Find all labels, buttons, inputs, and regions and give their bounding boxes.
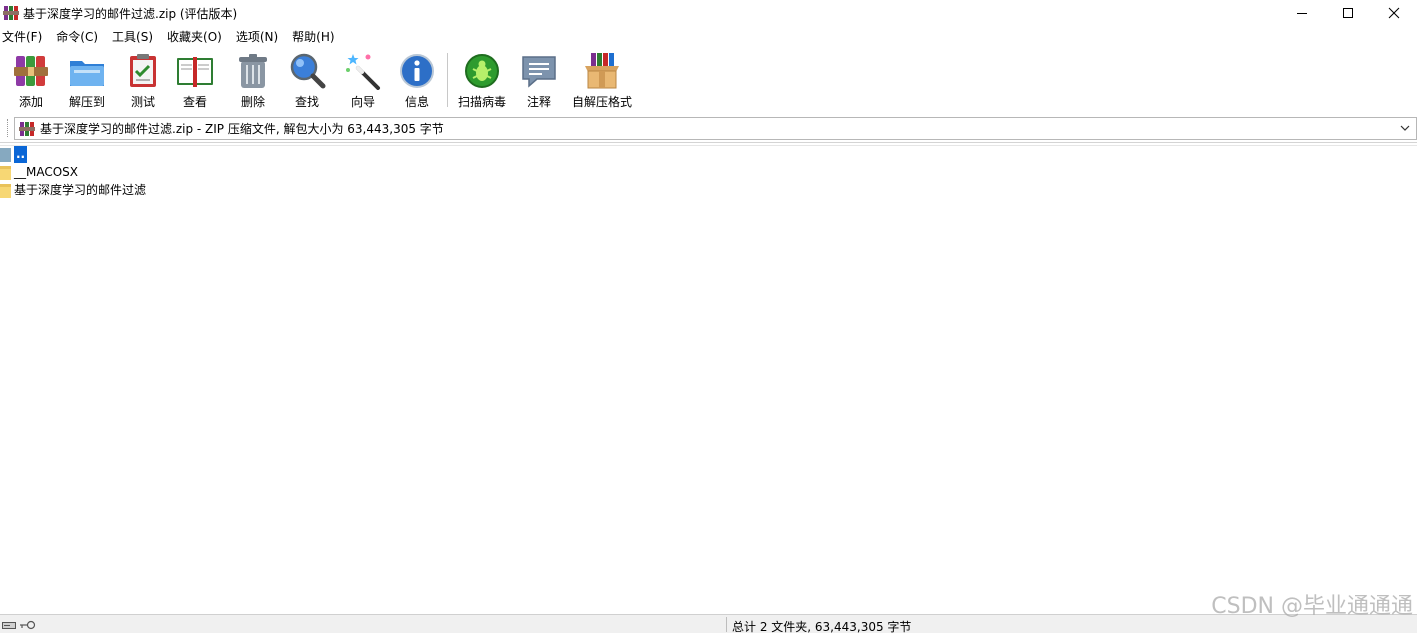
comment-label: 注释 bbox=[526, 95, 551, 109]
test-label: 测试 bbox=[130, 95, 155, 109]
comment-button[interactable]: 注释 bbox=[520, 52, 558, 110]
info-button[interactable]: 信息 bbox=[398, 52, 436, 110]
delete-button[interactable]: 删除 bbox=[234, 52, 272, 110]
list-item-name: 基于深度学习的邮件过滤 bbox=[14, 183, 147, 197]
menu-bar: 文件(F) 命令(C) 工具(S) 收藏夹(O) 选项(N) 帮助(H) bbox=[0, 28, 347, 47]
extract-folder-icon bbox=[70, 61, 104, 86]
close-button[interactable] bbox=[1371, 0, 1417, 26]
folder-icon bbox=[0, 166, 11, 180]
list-item-folder[interactable]: 基于深度学习的邮件过滤 bbox=[0, 182, 146, 199]
archive-icon bbox=[19, 121, 35, 136]
virus-scan-button[interactable]: 扫描病毒 bbox=[458, 52, 506, 110]
magic-wand-icon bbox=[346, 54, 380, 90]
address-row: 基于深度学习的邮件过滤.zip - ZIP 压缩文件, 解包大小为 63,443… bbox=[0, 116, 1417, 141]
find-label: 查找 bbox=[294, 95, 319, 109]
address-grip[interactable] bbox=[7, 119, 9, 137]
close-icon bbox=[1388, 7, 1400, 19]
wizard-button[interactable]: 向导 bbox=[344, 52, 382, 110]
magnifier-icon bbox=[290, 53, 326, 89]
info-label: 信息 bbox=[404, 95, 429, 109]
comment-icon bbox=[522, 56, 556, 88]
trash-icon bbox=[239, 54, 267, 88]
add-label: 添加 bbox=[18, 95, 43, 109]
virus-scan-label: 扫描病毒 bbox=[458, 95, 507, 109]
menu-commands[interactable]: 命令(C) bbox=[54, 28, 105, 47]
toolbar-separator bbox=[447, 53, 448, 107]
list-item-name: .. bbox=[14, 146, 28, 163]
view-button[interactable]: 查看 bbox=[176, 52, 214, 110]
delete-label: 删除 bbox=[240, 95, 265, 109]
menu-help[interactable]: 帮助(H) bbox=[290, 28, 341, 47]
extract-to-button[interactable]: 解压到 bbox=[68, 52, 106, 110]
minimize-icon bbox=[1297, 13, 1307, 14]
winrar-app-icon bbox=[3, 6, 19, 20]
list-item-folder[interactable]: __MACOSX bbox=[0, 164, 78, 181]
test-clipboard-icon bbox=[130, 54, 156, 87]
sfx-box-icon bbox=[585, 53, 619, 89]
folder-icon bbox=[0, 184, 11, 198]
menu-options[interactable]: 选项(N) bbox=[234, 28, 285, 47]
sfx-button[interactable]: 自解压格式 bbox=[572, 52, 632, 110]
extract-to-label: 解压到 bbox=[68, 95, 105, 109]
view-label: 查看 bbox=[182, 95, 207, 109]
key-icon[interactable] bbox=[20, 620, 36, 630]
view-book-icon bbox=[177, 57, 213, 87]
sfx-label: 自解压格式 bbox=[572, 95, 633, 109]
menu-favorites[interactable]: 收藏夹(O) bbox=[165, 28, 229, 47]
status-bar: 总计 2 文件夹, 63,443,305 字节 bbox=[0, 614, 1417, 633]
minimize-button[interactable] bbox=[1279, 0, 1325, 26]
status-summary: 总计 2 文件夹, 63,443,305 字节 bbox=[732, 620, 912, 633]
drive-icon[interactable] bbox=[2, 620, 16, 630]
maximize-button[interactable] bbox=[1325, 0, 1371, 26]
list-item-parent[interactable]: .. bbox=[0, 146, 28, 163]
file-list: .. __MACOSX 基于深度学习的邮件过滤 bbox=[0, 146, 1417, 614]
chevron-down-icon[interactable] bbox=[1398, 121, 1412, 135]
info-icon bbox=[400, 54, 434, 88]
test-button[interactable]: 测试 bbox=[124, 52, 162, 110]
title-bar: 基于深度学习的邮件过滤.zip (评估版本) bbox=[0, 0, 1417, 26]
address-text: 基于深度学习的邮件过滤.zip - ZIP 压缩文件, 解包大小为 63,443… bbox=[40, 122, 444, 136]
address-bar[interactable]: 基于深度学习的邮件过滤.zip - ZIP 压缩文件, 解包大小为 63,443… bbox=[14, 117, 1417, 140]
list-item-name: __MACOSX bbox=[14, 165, 79, 179]
up-folder-icon bbox=[0, 148, 11, 162]
find-button[interactable]: 查找 bbox=[288, 52, 326, 110]
toolbar: 添加 解压到 测试 查看 删除 查找 向导 信息 扫描病毒 注释 自解压格式 bbox=[0, 49, 1417, 113]
add-archive-icon bbox=[14, 56, 48, 86]
virus-scan-icon bbox=[465, 54, 499, 88]
watermark: CSDN @毕业通通通 bbox=[1211, 594, 1413, 619]
status-divider bbox=[726, 617, 727, 632]
add-button[interactable]: 添加 bbox=[12, 52, 50, 110]
menu-tools[interactable]: 工具(S) bbox=[110, 28, 160, 47]
wizard-label: 向导 bbox=[350, 95, 375, 109]
window-title: 基于深度学习的邮件过滤.zip (评估版本) bbox=[23, 6, 238, 21]
maximize-icon bbox=[1343, 8, 1353, 18]
menu-file[interactable]: 文件(F) bbox=[0, 28, 49, 47]
